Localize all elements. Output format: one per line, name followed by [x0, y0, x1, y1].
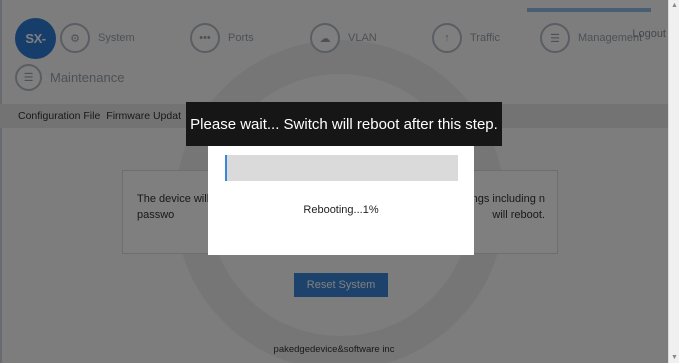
- scroll-down-icon[interactable]: ▼: [671, 354, 678, 361]
- reboot-progress-dialog: Rebooting...1%: [208, 146, 474, 255]
- vertical-scrollbar[interactable]: ▲ ▼: [668, 0, 679, 363]
- progress-status-text: Rebooting...1%: [303, 204, 379, 216]
- scroll-up-icon[interactable]: ▲: [671, 2, 678, 9]
- progress-fill: [225, 155, 228, 181]
- page: SX-24P ⚙ System ••• Ports ☁ VLAN ↑ Traff…: [0, 0, 679, 363]
- progress-bar: [225, 155, 458, 181]
- reboot-wait-banner: Please wait... Switch will reboot after …: [186, 102, 502, 146]
